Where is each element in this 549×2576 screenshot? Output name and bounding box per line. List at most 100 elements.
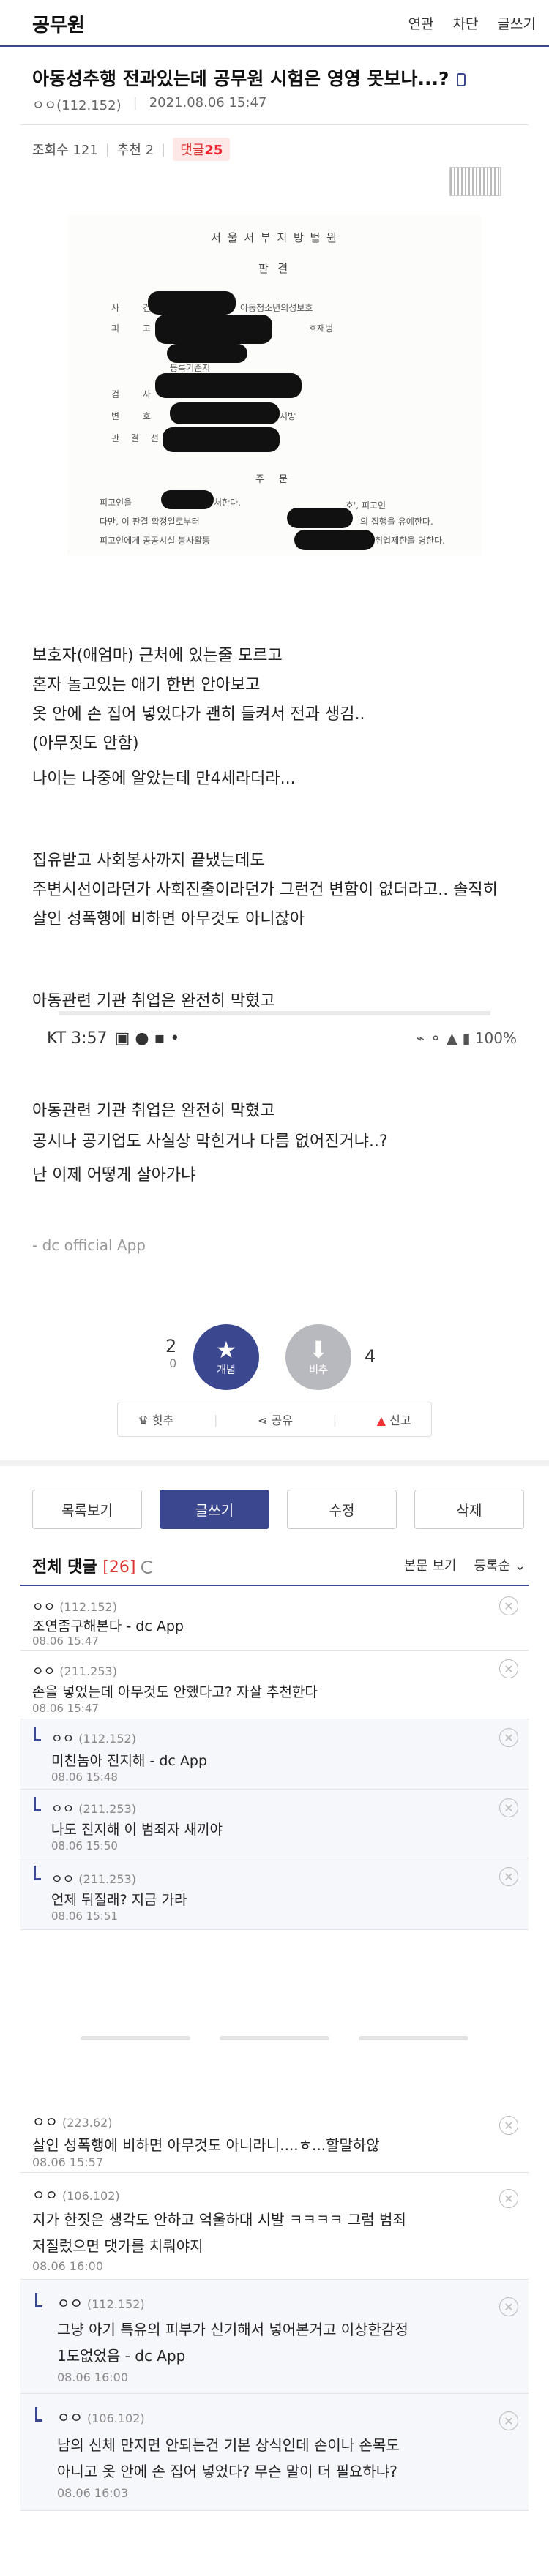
separator-bar [81,2036,190,2040]
post-author[interactable]: ㅇㅇ(112.152) [32,95,122,114]
delete-comment-icon[interactable]: ✕ [499,1867,518,1886]
signal-icon: ⌁ ⚬ ▲ ▮ [416,1029,475,1047]
comment-text: 남의 신체 만지면 안되는건 기본 상식인데 손이나 손목도 [57,2436,400,2454]
comment-author[interactable]: ㅇㅇ (112.152) [57,2293,145,2313]
view-body-toggle[interactable]: 본문 보기 [404,1555,457,1574]
hit-recommend-button[interactable]: ♛ 힛추 [138,1411,173,1428]
body-paragraph: 보호자(애엄마) 근처에 있는줄 모르고 [32,647,283,665]
comment-ip: (211.253) [78,1872,136,1886]
comment-options: 본문 보기 등록순 ⌄ [404,1555,526,1574]
view-count: 조회수 121 [32,143,98,158]
upvote-count: 2 [165,1336,177,1356]
delete-button[interactable]: 삭제 [414,1490,524,1529]
comment-text: 1도없었음 - dc App [57,2347,186,2365]
delete-comment-icon[interactable]: ✕ [499,1659,518,1678]
comment-nick: ㅇㅇ [57,2410,83,2426]
list-button[interactable]: 목록보기 [32,1490,142,1529]
doc-fragment: 처한다. [214,497,241,508]
doc-fragment: 취업제한을 명한다. [375,536,445,546]
comments-header: 전체 댓글 [26] [32,1554,155,1577]
body-paragraph: 아동관련 기관 취업은 완전히 막혔고 [32,992,275,1010]
comment-author[interactable]: ㅇㅇ (106.102) [57,2407,145,2427]
comment-nick: ㅇㅇ [32,2114,58,2130]
reply-item: ㅇㅇ (211.253) 나도 진지해 이 범죄자 새끼야 08.06 15:50… [20,1790,529,1858]
body-paragraph: 아동관련 기관 취업은 완전히 막혔고 [32,1102,275,1120]
reply-item: ㅇㅇ (106.102) 남의 신체 만지면 안되는건 기본 상식인데 손이나 손… [20,2394,529,2511]
document-type: 판 결 [258,262,291,275]
doc-case-label: 아동청소년의성보호 [240,303,313,313]
redaction-mark [294,530,375,550]
comment-ip: (211.253) [78,1802,136,1816]
comment-author[interactable]: ㅇㅇ (211.253) [51,1798,136,1817]
redaction-mark [167,344,247,363]
comment-author[interactable]: ㅇㅇ (211.253) [51,1869,136,1887]
redaction-mark [163,427,280,452]
court-document-image[interactable]: 서 울 서 부 지 방 법 원 판 결 사 건 피 고 인 검 사 변 호 인 … [67,215,482,555]
body-paragraph: 주변시선이라던가 사회진출이라던가 그런건 변함이 없더라고.. 솔직히 [32,881,498,899]
delete-comment-icon[interactable]: ✕ [499,2411,518,2430]
comment-date: 08.06 16:03 [57,2486,128,2500]
comment-text: 아니고 옷 안에 손 집어 넣었다? 무슨 말이 더 필요하냐? [57,2463,397,2480]
related-link[interactable]: 연관 [408,13,434,33]
delete-comment-icon[interactable]: ✕ [499,1798,518,1817]
comment-nick: ㅇㅇ [57,2296,83,2312]
comment-text: 미친놈아 진지해 - dc App [51,1753,208,1769]
comment-author[interactable]: ㅇㅇ (112.152) [32,1596,117,1615]
redaction-mark [287,508,353,528]
comment-date: 08.06 15:48 [51,1770,118,1784]
delete-comment-icon[interactable]: ✕ [499,2189,518,2208]
upvote-button[interactable]: ★ 개념 [193,1324,259,1390]
comment-ip: (112.152) [86,2297,145,2311]
doc-fragment: 등록기준지 [170,363,211,373]
post-meta: ㅇㅇ(112.152) | 2021.08.06 15:47 [32,95,266,114]
report-label: 신고 [389,1413,411,1427]
body-paragraph: 혼자 놀고있는 애기 한번 안아보고 [32,676,261,694]
doc-fragment: 의 집행을 유예한다. [360,517,433,527]
refresh-icon[interactable] [141,1561,155,1574]
downvote-button[interactable]: ⬇ 비추 [285,1324,351,1390]
report-button[interactable]: ▲ 신고 [377,1411,411,1428]
comment-text: 조연좀구해본다 - dc App [32,1618,184,1634]
redaction-mark [161,490,214,509]
comment-date: 08.06 16:00 [32,2259,103,2273]
edit-button[interactable]: 수정 [287,1490,397,1529]
screenshot-edge [59,1011,490,1015]
body-paragraph: 살인 성폭행에 비하면 아무것도 아니잖아 [32,910,305,928]
sort-select[interactable]: 등록순 ⌄ [474,1555,526,1574]
delete-comment-icon[interactable]: ✕ [499,2116,518,2135]
comment-author[interactable]: ㅇㅇ (112.152) [51,1728,136,1746]
write-link[interactable]: 글쓰기 [498,13,536,33]
comment-text: 언제 뒤질래? 지금 가라 [51,1892,187,1908]
comment-author[interactable]: ㅇㅇ (106.102) [32,2185,120,2204]
reply-item: ㅇㅇ (211.253) 언제 뒤질래? 지금 가라 08.06 15:51 ✕ [20,1858,529,1930]
write-button[interactable]: 글쓰기 [160,1490,269,1529]
comment-badge[interactable]: 댓글25 [173,138,231,161]
downvote-label: 비추 [309,1364,328,1376]
court-name: 서 울 서 부 지 방 법 원 [211,231,338,244]
delete-comment-icon[interactable]: ✕ [499,1596,518,1615]
comment-item: ㅇㅇ (112.152) 조연좀구해본다 - dc App 08.06 15:47… [20,1588,529,1651]
doc-line: 피고인에게 공공시설 봉사활동 [100,536,211,546]
comment-text: 지가 한짓은 생각도 안하고 억울하대 시발 ㅋㅋㅋㅋ 그럼 범죄 [32,2211,406,2228]
share-icon: ⋖ [258,1413,272,1427]
comment-author[interactable]: ㅇㅇ (211.253) [32,1661,117,1679]
screenshot-separator [0,2032,549,2046]
comment-nick: ㅇㅇ [51,1872,75,1887]
comment-author[interactable]: ㅇㅇ (223.62) [32,2111,112,2131]
chevron-down-icon: ⌄ [514,1558,526,1574]
gallery-title[interactable]: 공무원 [32,10,85,37]
body-paragraph: 공시나 공기업도 사실상 막힌거나 다름 없어진거냐..? [32,1133,388,1151]
phone-status-bar: KT 3:57 ▣ ● ▪ • [47,1029,179,1048]
section-divider [0,1460,549,1466]
comment-item: ㅇㅇ (211.253) 손을 넣었는데 아무것도 안했다고? 자살 추천한다 0… [20,1651,529,1719]
upvote-label: 개념 [217,1364,236,1376]
comment-nick: ㅇㅇ [51,1732,75,1746]
doc-fragment: 호재벙 [309,323,334,334]
body-paragraph: 난 이제 어떻게 살아가냐 [32,1166,196,1184]
delete-comment-icon[interactable]: ✕ [499,2297,518,2316]
app-signature: - dc official App [32,1236,146,1254]
block-link[interactable]: 차단 [453,13,479,33]
share-button[interactable]: ⋖ 공유 [258,1411,293,1428]
top-bar: 공무원 연관 차단 글쓰기 [0,0,549,47]
delete-comment-icon[interactable]: ✕ [499,1728,518,1747]
